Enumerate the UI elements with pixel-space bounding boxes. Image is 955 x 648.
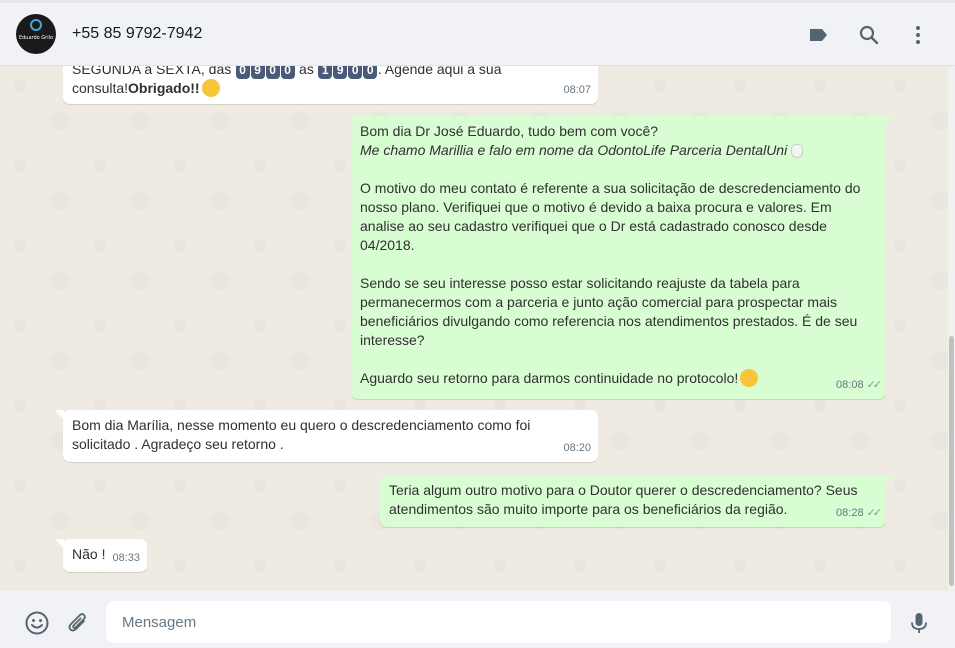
message-outgoing[interactable]: Teria algum outro motivo para o Doutor q… — [380, 475, 894, 527]
message-text: Teria algum outro motivo para o Doutor q… — [389, 482, 862, 517]
message-time: 08:20 — [563, 442, 591, 454]
label-icon[interactable] — [807, 23, 831, 47]
double-check-icon: ✓✓ — [866, 379, 883, 391]
message-meta: 08:07 — [563, 81, 591, 100]
message-time: 08:08 — [836, 379, 864, 391]
message-text-part: Aguardo seu retorno para darmos continui… — [360, 370, 739, 386]
message-incoming[interactable]: Bom dia Marília, nesse momento eu quero … — [55, 410, 598, 462]
message-time: 08:33 — [112, 552, 140, 564]
message-text-part: consulta! — [72, 80, 129, 96]
message-time: 08:28 — [836, 507, 864, 519]
scrollbar-thumb[interactable] — [949, 336, 954, 586]
chat-header: Eduardo Grilo +55 85 9792-7942 — [0, 0, 955, 66]
grinning-emoji-icon — [201, 79, 220, 98]
message-text: Bom dia Marília, nesse momento eu quero … — [72, 417, 535, 452]
mic-icon[interactable] — [906, 610, 932, 636]
contact-name[interactable]: +55 85 9792-7942 — [72, 25, 202, 43]
bubble-tail — [55, 410, 64, 420]
message-text-part: O motivo do meu contato é referente a su… — [360, 180, 865, 253]
message-meta: 08:20 — [563, 439, 591, 458]
digit-badge: 0 — [265, 66, 280, 79]
tooth-emoji-icon — [791, 144, 804, 159]
digit-badge: 9 — [250, 66, 265, 79]
message-meta: 08:28 ✓✓ — [836, 504, 883, 523]
message-outgoing[interactable]: Bom dia Dr José Eduardo, tudo bem com vo… — [351, 116, 894, 399]
message-meta: 08:33 — [112, 549, 140, 568]
smiley-emoji-icon — [740, 369, 759, 388]
message-text: SEGUNDA à SEXTA, das 0900 às 1900. Agend… — [72, 66, 589, 98]
message-text-part: Bom dia Dr José Eduardo, tudo bem com vo… — [360, 123, 659, 139]
digit-badge: 0 — [235, 66, 250, 79]
contact-avatar[interactable]: Eduardo Grilo — [16, 14, 56, 54]
message-text-part: Sendo se seu interesse posso estar solic… — [360, 275, 862, 348]
message-italic-text: Me chamo Marillia e falo em nome da Odon… — [360, 142, 788, 158]
avatar-text: Eduardo Grilo — [18, 35, 54, 41]
attach-icon[interactable] — [65, 610, 91, 636]
digit-badge: 1 — [318, 66, 333, 79]
message-bold-text: Obrigado!! — [128, 80, 200, 96]
chat-scrollbar[interactable] — [948, 66, 955, 591]
bubble-tail — [885, 116, 894, 126]
bubble-tail — [55, 539, 64, 549]
menu-icon[interactable] — [906, 23, 930, 47]
message-incoming[interactable]: Não ! 08:33 — [55, 539, 147, 572]
message-text-part: às — [295, 66, 318, 77]
message-time: 08:07 — [563, 84, 591, 96]
message-incoming[interactable]: SEGUNDA à SEXTA, das 0900 às 1900. Agend… — [63, 66, 598, 104]
double-check-icon: ✓✓ — [866, 507, 883, 519]
message-text-part: SEGUNDA à SEXTA, das — [72, 66, 236, 77]
composer-bar — [0, 591, 955, 648]
message-input[interactable] — [106, 601, 891, 643]
digit-badge: 9 — [333, 66, 348, 79]
message-meta: 08:08 ✓✓ — [836, 376, 883, 395]
bubble-tail — [885, 475, 894, 485]
message-text-part: . Agende aqui a sua — [377, 66, 502, 77]
digit-badge: 0 — [348, 66, 363, 79]
emoji-icon[interactable] — [24, 610, 50, 636]
search-icon[interactable] — [857, 23, 881, 47]
chat-area[interactable]: SEGUNDA à SEXTA, das 0900 às 1900. Agend… — [0, 66, 948, 591]
message-text: Bom dia Dr José Eduardo, tudo bem com vo… — [360, 122, 877, 388]
digit-badge: 0 — [280, 66, 295, 79]
digit-badge: 0 — [363, 66, 378, 79]
logo-icon — [30, 19, 42, 31]
